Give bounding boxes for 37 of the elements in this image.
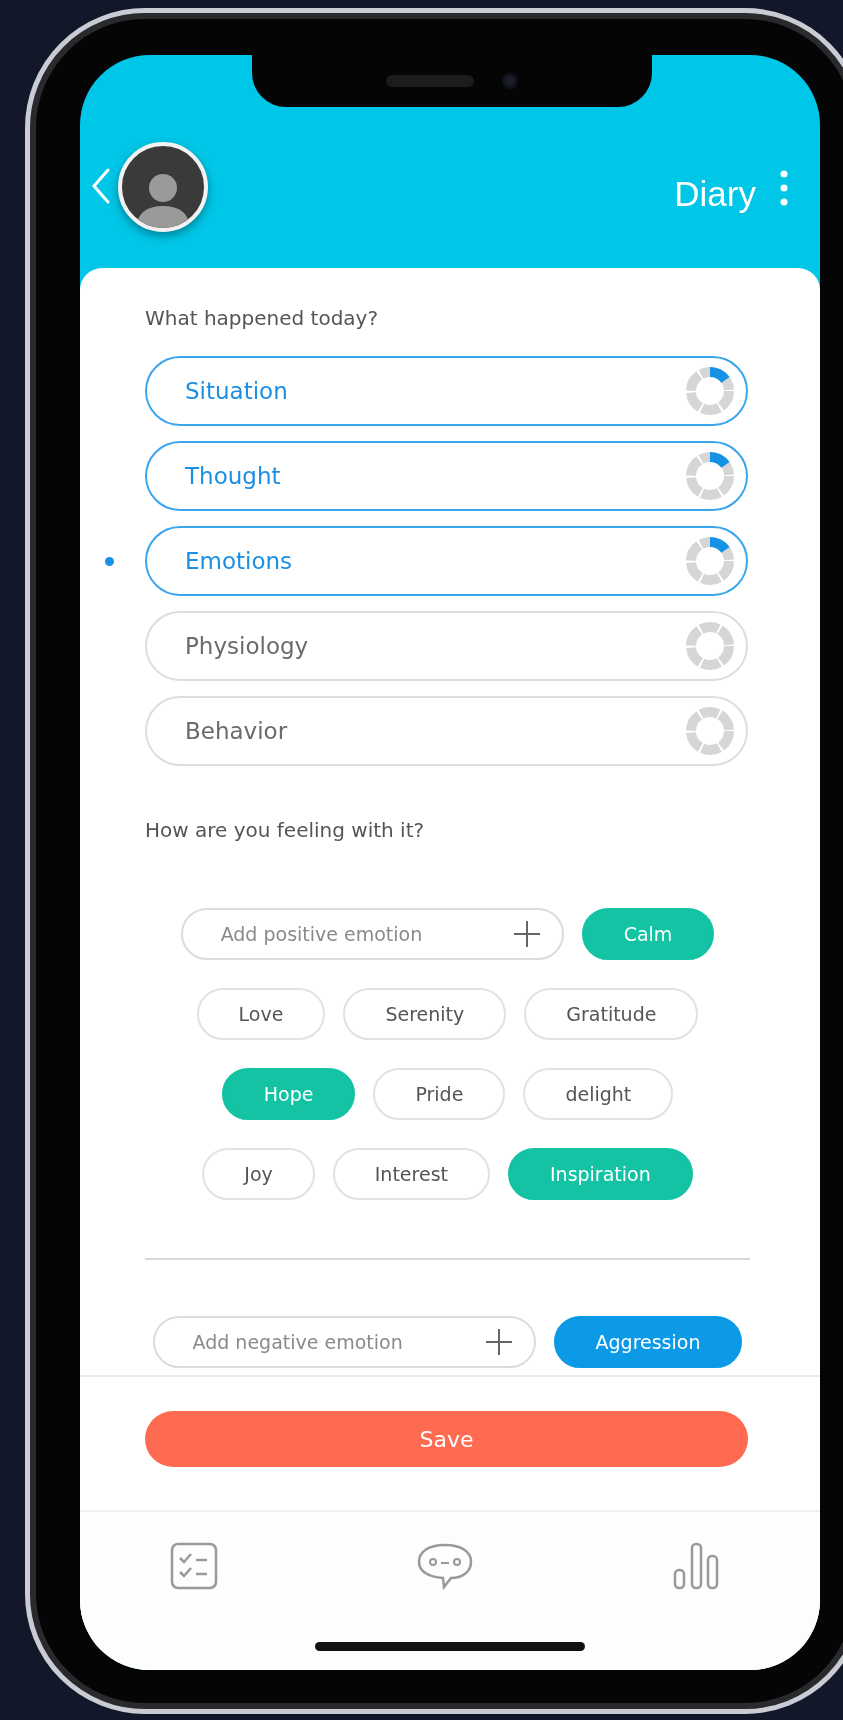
emotion-chip[interactable]: Love bbox=[196, 988, 326, 1040]
progress-ring-icon bbox=[684, 450, 736, 502]
section-question: How are you feeling with it? bbox=[145, 818, 426, 842]
bar-chart-icon bbox=[672, 1542, 720, 1590]
more-menu-button[interactable] bbox=[780, 170, 788, 206]
checklist-tab[interactable] bbox=[170, 1542, 218, 1590]
back-icon bbox=[90, 166, 112, 206]
progress-ring-icon bbox=[684, 535, 736, 587]
stats-tab[interactable] bbox=[672, 1542, 720, 1590]
emotion-chip[interactable]: Joy bbox=[202, 1148, 315, 1200]
avatar[interactable] bbox=[118, 142, 208, 232]
plus-icon[interactable] bbox=[483, 1327, 514, 1357]
chat-tab[interactable] bbox=[416, 1542, 474, 1590]
step-item[interactable]: Physiology bbox=[145, 611, 748, 681]
emotion-chip[interactable]: Gratitude bbox=[524, 988, 699, 1040]
screen-title: Diary bbox=[674, 174, 756, 214]
chat-bubble-icon bbox=[416, 1542, 474, 1590]
more-vertical-icon bbox=[780, 170, 788, 206]
progress-ring-icon bbox=[684, 365, 736, 417]
emotion-input-field[interactable]: Add negative emotion bbox=[152, 1316, 536, 1368]
step-item[interactable]: Situation bbox=[145, 356, 748, 426]
emotion-chip[interactable]: Serenity bbox=[343, 988, 507, 1040]
step-item[interactable]: Behavior bbox=[145, 696, 748, 766]
emotion-chip[interactable]: delight bbox=[523, 1068, 674, 1120]
save-button[interactable]: Save bbox=[145, 1411, 748, 1467]
emotion-input-field[interactable]: Add positive emotion bbox=[180, 908, 564, 960]
emotion-chip[interactable]: Interest bbox=[332, 1148, 490, 1200]
progress-ring-icon bbox=[684, 705, 736, 757]
section-question: What happened today? bbox=[145, 306, 380, 330]
step-item[interactable]: Emotions bbox=[145, 526, 748, 596]
emotion-chip[interactable]: Pride bbox=[373, 1068, 506, 1120]
progress-ring-icon bbox=[684, 620, 736, 672]
camera-lens bbox=[502, 73, 518, 89]
checklist-icon bbox=[170, 1542, 218, 1590]
plus-icon[interactable] bbox=[511, 919, 542, 949]
emotion-chip[interactable]: Aggression bbox=[553, 1316, 743, 1368]
step-item[interactable]: Thought bbox=[145, 441, 748, 511]
